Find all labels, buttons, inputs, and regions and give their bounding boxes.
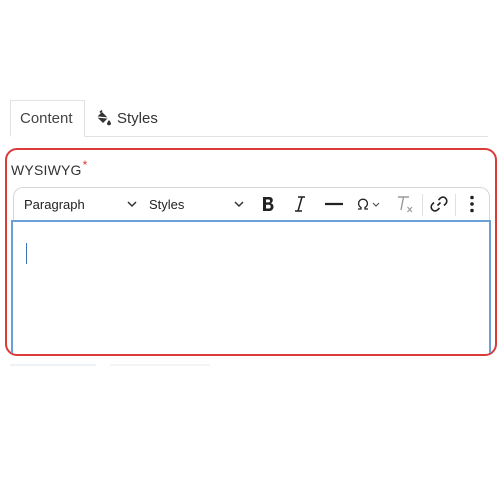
editor-toolbar: Paragraph Styles bbox=[13, 187, 490, 220]
text-caret bbox=[26, 243, 27, 264]
required-marker: * bbox=[82, 158, 88, 172]
paint-bucket-icon bbox=[94, 109, 112, 127]
tab-styles-label: Styles bbox=[117, 109, 158, 127]
field-label: WYSIWYG* bbox=[11, 158, 88, 178]
chevron-down-icon bbox=[234, 201, 244, 208]
tab-content-label: Content bbox=[20, 110, 73, 127]
editor-content-area[interactable] bbox=[11, 220, 491, 353]
page: Content Styles WYSIWYG* Paragraph Styles bbox=[0, 0, 500, 500]
tab-content[interactable]: Content bbox=[10, 100, 85, 137]
more-options-button[interactable] bbox=[462, 192, 482, 216]
chevron-down-icon bbox=[127, 201, 137, 208]
styles-select[interactable]: Styles bbox=[149, 188, 249, 220]
divider bbox=[110, 364, 210, 366]
divider bbox=[10, 364, 96, 366]
bold-button[interactable] bbox=[257, 192, 279, 216]
paragraph-format-value: Paragraph bbox=[24, 196, 85, 212]
italic-icon bbox=[295, 196, 305, 212]
link-icon bbox=[430, 196, 448, 212]
toolbar-separator bbox=[422, 194, 423, 216]
paragraph-format-select[interactable]: Paragraph bbox=[24, 188, 139, 220]
tab-styles[interactable]: Styles bbox=[92, 100, 158, 136]
tab-bar: Content Styles bbox=[10, 100, 488, 137]
horizontal-line-icon bbox=[325, 202, 343, 206]
link-button[interactable] bbox=[427, 192, 451, 216]
horizontal-line-button[interactable] bbox=[322, 192, 346, 216]
italic-button[interactable] bbox=[289, 192, 311, 216]
special-character-button[interactable] bbox=[354, 192, 384, 216]
toolbar-separator bbox=[455, 194, 456, 216]
more-vertical-icon bbox=[470, 195, 474, 213]
styles-select-value: Styles bbox=[149, 196, 185, 212]
bold-icon bbox=[263, 197, 274, 211]
remove-format-button[interactable] bbox=[394, 192, 416, 216]
remove-format-icon bbox=[398, 196, 413, 213]
wysiwyg-field: WYSIWYG* Paragraph Styles bbox=[5, 148, 497, 356]
field-label-text: WYSIWYG bbox=[11, 162, 82, 178]
special-character-icon bbox=[357, 198, 380, 210]
